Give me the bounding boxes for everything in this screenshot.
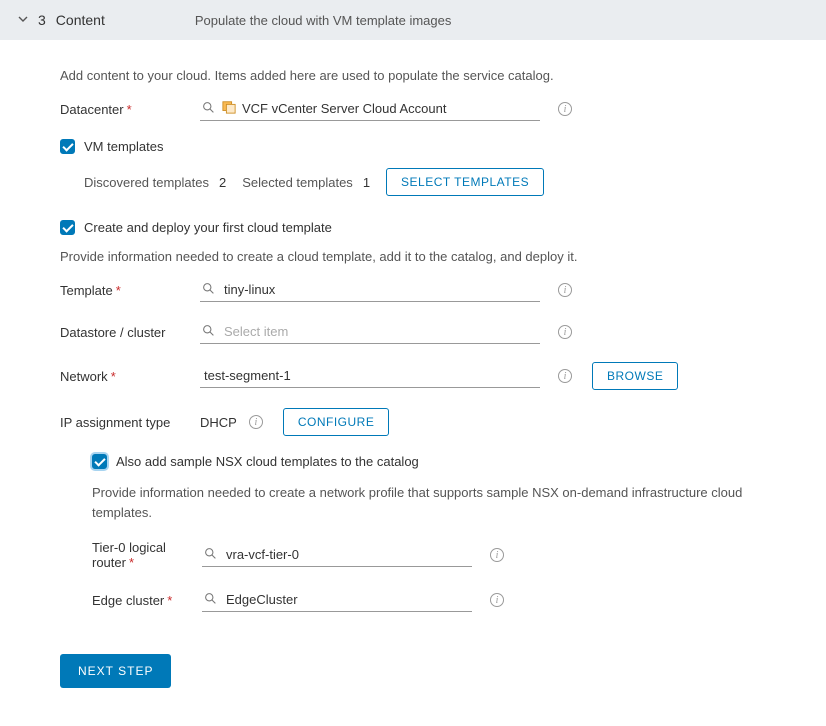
- info-icon[interactable]: i: [490, 548, 504, 562]
- discovered-label: Discovered templates: [84, 175, 209, 190]
- configure-button[interactable]: CONFIGURE: [283, 408, 390, 436]
- tier0-row: Tier-0 logical router* i: [92, 540, 766, 570]
- select-templates-button[interactable]: Select Templates: [386, 168, 544, 196]
- vm-templates-checkbox[interactable]: [60, 139, 75, 154]
- intro-text: Add content to your cloud. Items added h…: [60, 68, 766, 83]
- wizard-step-header[interactable]: 3 Content Populate the cloud with VM tem…: [0, 0, 826, 40]
- selected-count: 1: [363, 175, 370, 190]
- info-icon[interactable]: i: [558, 369, 572, 383]
- browse-button[interactable]: BROWSE: [592, 362, 678, 390]
- edge-label: Edge cluster*: [92, 593, 202, 608]
- datacenter-label: Datacenter*: [60, 102, 200, 117]
- selected-label: Selected templates: [242, 175, 353, 190]
- nsx-checkbox-row: Also add sample NSX cloud templates to t…: [92, 454, 766, 469]
- info-icon[interactable]: i: [558, 102, 572, 116]
- vm-templates-label: VM templates: [84, 139, 163, 154]
- info-icon[interactable]: i: [558, 283, 572, 297]
- edge-row: Edge cluster* i: [92, 588, 766, 612]
- search-icon: [202, 324, 215, 337]
- step-subtitle: Populate the cloud with VM template imag…: [195, 13, 452, 28]
- info-icon[interactable]: i: [490, 593, 504, 607]
- search-icon: [202, 282, 215, 295]
- search-icon: [202, 101, 215, 114]
- datastore-row: Datastore / cluster i: [60, 320, 766, 344]
- datacenter-input[interactable]: [200, 97, 540, 121]
- network-label: Network*: [60, 369, 200, 384]
- edge-input[interactable]: [202, 588, 472, 612]
- ip-row: IP assignment type DHCP i CONFIGURE: [60, 408, 766, 436]
- nsx-checkbox-label: Also add sample NSX cloud templates to t…: [116, 454, 419, 469]
- create-deploy-desc: Provide information needed to create a c…: [60, 249, 766, 264]
- step-content: Add content to your cloud. Items added h…: [0, 40, 826, 718]
- discovered-count: 2: [219, 175, 226, 190]
- tier0-label: Tier-0 logical router*: [92, 540, 202, 570]
- nsx-block: Also add sample NSX cloud templates to t…: [92, 454, 766, 612]
- templates-counts: Discovered templates 2 Selected template…: [84, 168, 766, 196]
- create-deploy-checkbox-row: Create and deploy your first cloud templ…: [60, 220, 766, 235]
- next-step-button[interactable]: Next Step: [60, 654, 171, 688]
- search-icon: [204, 547, 217, 560]
- ip-label: IP assignment type: [60, 415, 200, 430]
- network-row: Network* i BROWSE: [60, 362, 766, 390]
- step-title: Content: [56, 12, 105, 28]
- info-icon[interactable]: i: [558, 325, 572, 339]
- tier0-input[interactable]: [202, 543, 472, 567]
- network-input[interactable]: [200, 364, 540, 388]
- create-deploy-checkbox[interactable]: [60, 220, 75, 235]
- create-deploy-label: Create and deploy your first cloud templ…: [84, 220, 332, 235]
- datacenter-row: Datacenter* i: [60, 97, 766, 121]
- vcenter-icon: [222, 100, 236, 114]
- nsx-desc: Provide information needed to create a n…: [92, 483, 766, 522]
- template-input[interactable]: [200, 278, 540, 302]
- template-row: Template* i: [60, 278, 766, 302]
- nsx-checkbox[interactable]: [92, 454, 107, 469]
- search-icon: [204, 592, 217, 605]
- template-label: Template*: [60, 283, 200, 298]
- vm-templates-checkbox-row: VM templates: [60, 139, 766, 154]
- info-icon[interactable]: i: [249, 415, 263, 429]
- chevron-down-icon: [18, 14, 28, 27]
- datastore-input[interactable]: [200, 320, 540, 344]
- datastore-label: Datastore / cluster: [60, 325, 200, 340]
- ip-value: DHCP: [200, 415, 237, 430]
- step-number: 3: [38, 12, 46, 28]
